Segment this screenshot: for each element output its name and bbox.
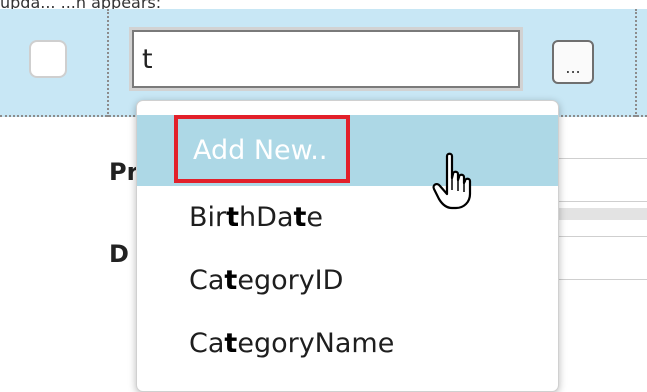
text-part: Ca <box>189 328 225 359</box>
match-highlight: t <box>226 202 240 233</box>
hand-pointer-icon <box>432 152 472 210</box>
text-part: egoryName <box>237 328 395 359</box>
text-part: egoryID <box>237 265 344 296</box>
match-highlight: t <box>224 328 238 359</box>
scroll-strip <box>556 208 647 220</box>
search-input[interactable] <box>129 27 523 91</box>
column-divider <box>635 9 637 117</box>
match-highlight: t <box>293 202 307 233</box>
text-part: e <box>306 202 324 233</box>
dropdown-item[interactable]: CategoryName <box>137 312 558 375</box>
row-checkbox[interactable] <box>29 40 67 78</box>
text-part: Ca <box>189 265 225 296</box>
column-divider <box>107 9 109 117</box>
ellipsis-button[interactable]: ... <box>552 40 594 84</box>
annotation-highlight-box <box>174 115 350 183</box>
text-part: Bir <box>189 202 227 233</box>
field-label: Pr <box>109 158 139 186</box>
dropdown-item[interactable]: CategoryID <box>137 249 558 312</box>
text-part: hDa <box>239 202 294 233</box>
dropdown-item[interactable]: BirthDate <box>137 186 558 249</box>
match-highlight: t <box>224 265 238 296</box>
autocomplete-dropdown: Add New.. BirthDate CategoryID CategoryN… <box>136 100 559 392</box>
field-label: D <box>109 240 129 268</box>
